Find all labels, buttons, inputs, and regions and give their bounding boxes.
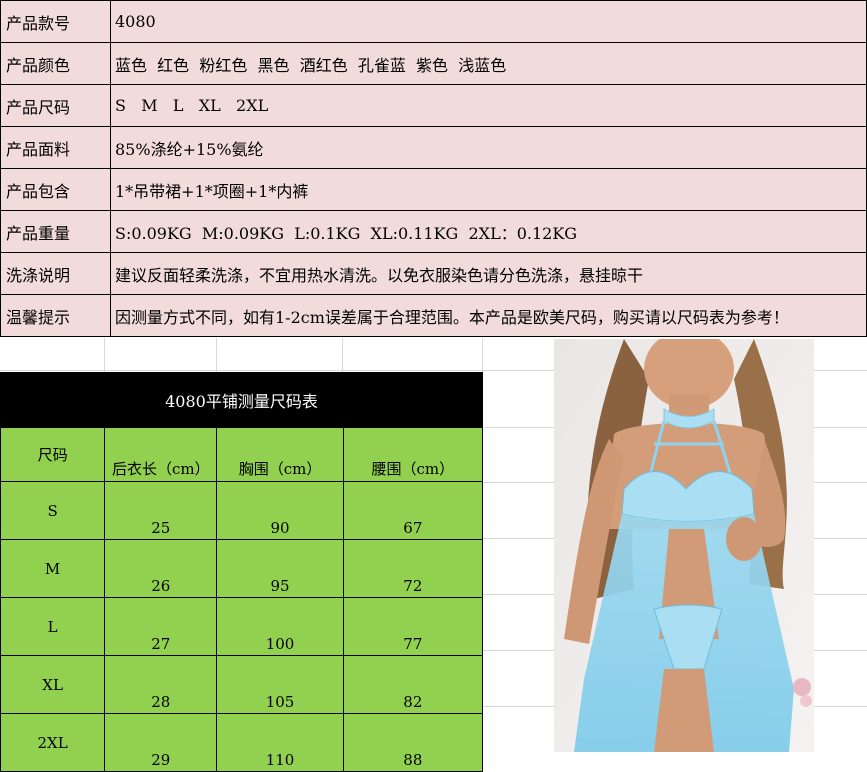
info-value: 4080 (110, 0, 867, 43)
hand (726, 517, 762, 561)
size-value: 88 (403, 751, 423, 769)
size-value: 27 (151, 635, 171, 653)
legs (654, 669, 714, 752)
info-key: 产品颜色 (0, 42, 111, 85)
size-value-cell: 26 (104, 539, 218, 598)
size-header-label: 腰围（cm） (371, 460, 455, 478)
info-row: 产品重量 S:0.09KG M:0.09KG L:0.1KG XL:0.11KG … (0, 210, 867, 253)
size-row: S 25 90 67 (0, 481, 484, 540)
info-value: 因测量方式不同，如有1-2cm误差属于合理范围。本产品是欧美尺码，购买请以尺码表… (110, 294, 867, 337)
size-value: 25 (151, 519, 171, 537)
size-label-cell: M (0, 539, 106, 598)
size-value-cell: 29 (104, 713, 218, 772)
info-key: 洗涤说明 (0, 252, 111, 295)
size-label-cell: L (0, 597, 106, 656)
size-value-cell: 95 (216, 539, 344, 598)
size-value: 26 (151, 577, 171, 595)
size-value-cell: 25 (104, 481, 218, 540)
info-value: 85%涤纶+15%氨纶 (110, 126, 867, 169)
size-label: XL (42, 675, 63, 694)
size-header-cell: 胸围（cm） (216, 427, 344, 482)
size-label-cell: XL (0, 655, 106, 714)
size-value-cell: 77 (342, 597, 484, 656)
size-value-cell: 105 (216, 655, 344, 714)
size-label-cell: 2XL (0, 713, 106, 772)
info-row: 温馨提示 因测量方式不同，如有1-2cm误差属于合理范围。本产品是欧美尺码，购买请… (0, 294, 867, 337)
info-value: S:0.09KG M:0.09KG L:0.1KG XL:0.11KG 2XL：… (110, 210, 867, 253)
size-value: 77 (403, 635, 423, 653)
size-value: 110 (265, 751, 295, 769)
size-chart-grid: 尺码后衣长（cm） 胸围（cm） 腰围（cm） S 25 90 67 M 26 95 72 L 27 10… (0, 427, 484, 772)
size-chart-title: 4080平铺测量尺码表 (0, 372, 483, 427)
size-value: 95 (270, 577, 290, 595)
info-key: 产品包含 (0, 168, 111, 211)
size-value-cell: 67 (342, 481, 484, 540)
info-row: 产品颜色 蓝色 红色 粉红色 黑色 酒红色 孔雀蓝 紫色 浅蓝色 (0, 42, 867, 85)
size-header-cell: 腰围（cm） (342, 427, 484, 482)
size-row: XL 28 105 82 (0, 655, 484, 714)
info-value: 蓝色 红色 粉红色 黑色 酒红色 孔雀蓝 紫色 浅蓝色 (110, 42, 867, 85)
info-value: 建议反面轻柔洗涤，不宜用热水清洗。以免衣服染色请分色洗涤，悬挂晾干 (110, 252, 867, 295)
size-header-label: 胸围（cm） (238, 460, 322, 478)
info-key: 产品面料 (0, 126, 111, 169)
size-value-cell: 82 (342, 655, 484, 714)
size-value: 67 (403, 519, 423, 537)
size-header-cell: 尺码 (0, 427, 106, 482)
size-chart: 4080平铺测量尺码表 尺码后衣长（cm） 胸围（cm） 腰围（cm） S 25 90 67… (0, 372, 484, 772)
info-value: 1*吊带裙+1*项圈+1*内裤 (110, 168, 867, 211)
size-label: M (44, 559, 61, 578)
info-row: 产品面料 85%涤纶+15%氨纶 (0, 126, 867, 169)
size-value: 82 (403, 693, 423, 711)
size-value: 72 (403, 577, 423, 595)
product-info-table: 产品款号 4080 产品颜色 蓝色 红色 粉红色 黑色 酒红色 孔雀蓝 紫色 浅蓝色产… (0, 0, 867, 337)
size-row: M 26 95 72 (0, 539, 484, 598)
size-value-cell: 110 (216, 713, 344, 772)
size-value-cell: 90 (216, 481, 344, 540)
size-value-cell: 27 (104, 597, 218, 656)
size-value-cell: 100 (216, 597, 344, 656)
size-header-label: 尺码 (37, 446, 68, 464)
flower (793, 678, 811, 696)
size-row: 2XL 29 110 88 (0, 713, 484, 772)
info-row: 产品尺码 S M L XL 2XL (0, 84, 867, 127)
product-photo (554, 339, 814, 752)
size-label: 2XL (37, 733, 68, 752)
info-key: 温馨提示 (0, 294, 111, 337)
size-value: 105 (265, 693, 295, 711)
size-value: 100 (265, 635, 295, 653)
size-row: L 27 100 77 (0, 597, 484, 656)
size-label-cell: S (0, 481, 106, 540)
size-header-row: 尺码后衣长（cm） 胸围（cm） 腰围（cm） (0, 427, 484, 482)
size-value-cell: 72 (342, 539, 484, 598)
info-key: 产品尺码 (0, 84, 111, 127)
info-key: 产品重量 (0, 210, 111, 253)
info-row: 产品款号 4080 (0, 0, 867, 43)
info-key: 产品款号 (0, 0, 111, 43)
info-value: S M L XL 2XL (110, 84, 867, 127)
size-value: 29 (151, 751, 171, 769)
size-label: L (47, 617, 58, 636)
size-value: 90 (270, 519, 290, 537)
size-header-cell: 后衣长（cm） (104, 427, 218, 482)
info-row: 产品包含 1*吊带裙+1*项圈+1*内裤 (0, 168, 867, 211)
size-value-cell: 88 (342, 713, 484, 772)
size-header-label: 后衣长（cm） (111, 460, 210, 478)
size-value-cell: 28 (104, 655, 218, 714)
size-value: 28 (151, 693, 171, 711)
info-row: 洗涤说明 建议反面轻柔洗涤，不宜用热水清洗。以免衣服染色请分色洗涤，悬挂晾干 (0, 252, 867, 295)
size-label: S (47, 501, 58, 520)
